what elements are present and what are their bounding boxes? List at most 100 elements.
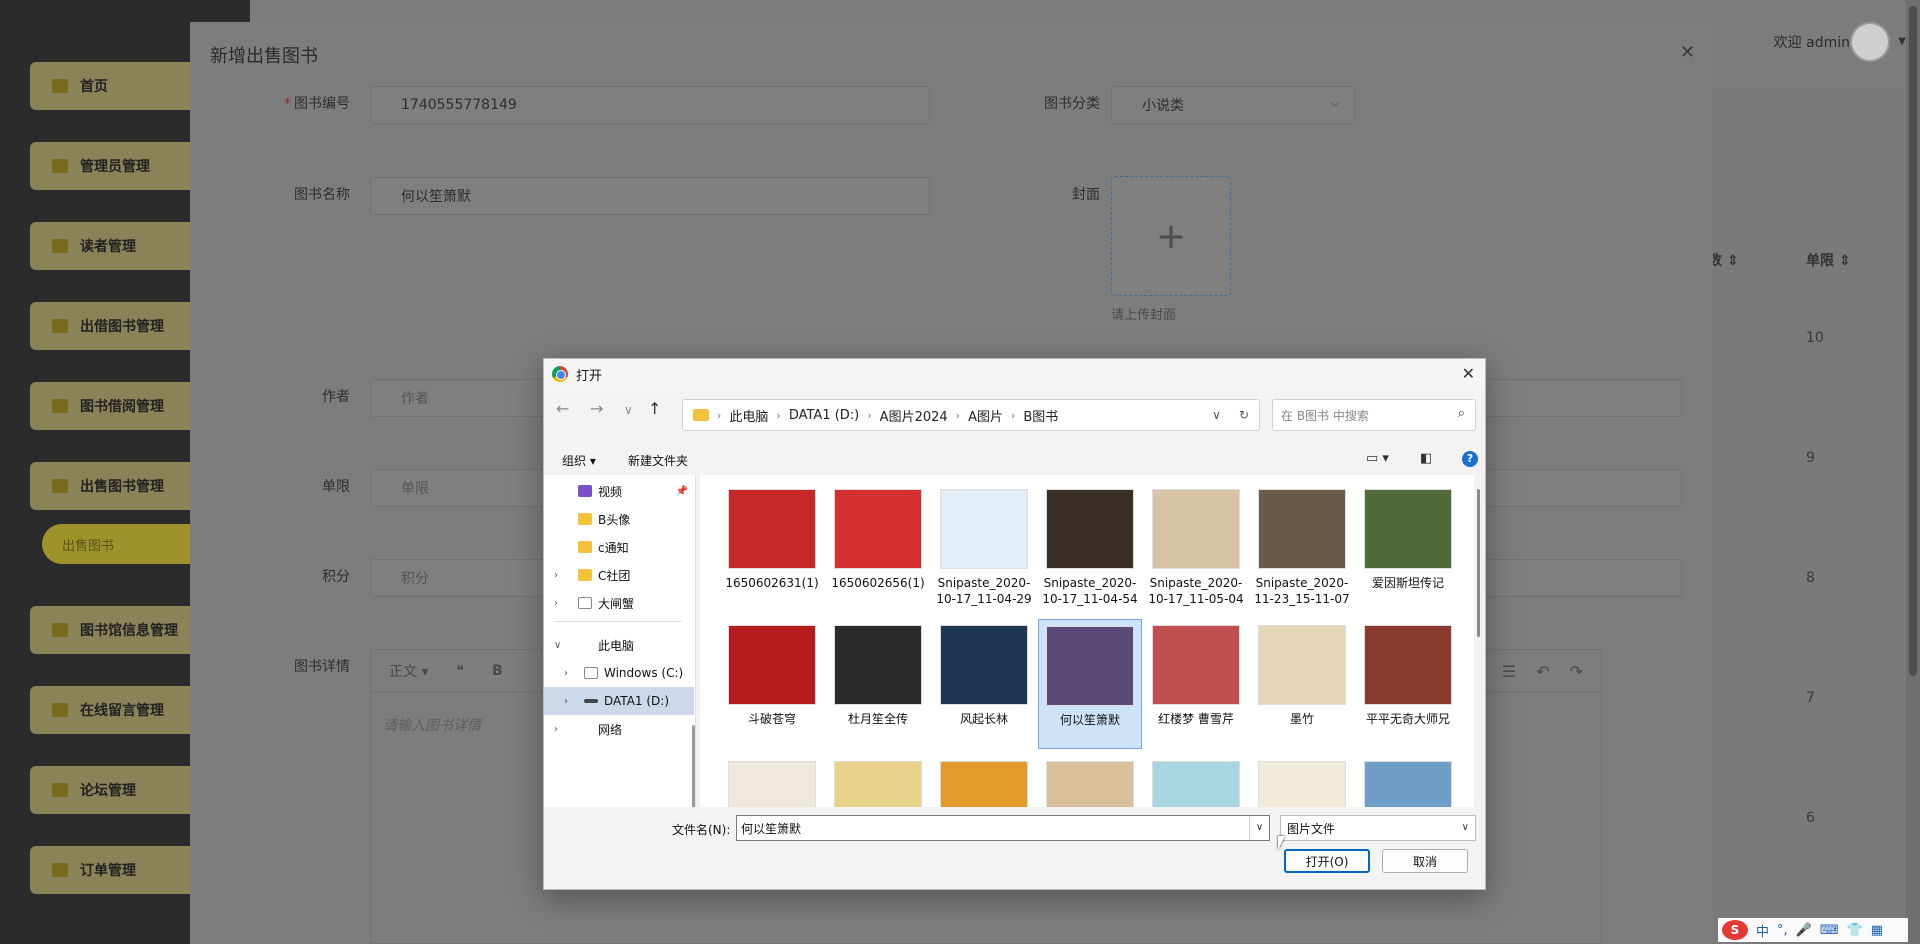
filename-input[interactable]: 何以笙箫默 ∨: [736, 815, 1270, 841]
command-bar: 组织 ▾ 新建文件夹 ▭ ▾ ◧ ?: [544, 445, 1485, 475]
tree-item-network[interactable]: › 网络: [544, 715, 694, 743]
search-icon: ⌕: [1457, 406, 1465, 421]
paragraph-format-dropdown[interactable]: 正文 ▾: [389, 661, 428, 681]
file-thumbnail: [1364, 761, 1452, 807]
file-thumbnail: [940, 489, 1028, 569]
limit-label: 单限: [322, 479, 350, 495]
cancel-button[interactable]: 取消: [1382, 849, 1468, 873]
preview-pane-icon[interactable]: ◧: [1420, 451, 1432, 466]
category-select[interactable]: 小说类 ﹀: [1111, 86, 1355, 124]
file-item[interactable]: Snipaste_2020-10-17_11-04-54: [1038, 483, 1142, 613]
microphone-icon[interactable]: 🎤: [1796, 923, 1812, 938]
tree-item-videos[interactable]: 视频 📌: [544, 477, 694, 505]
open-button[interactable]: 打开(O): [1284, 849, 1370, 873]
recent-chevron-icon[interactable]: ∨: [624, 403, 633, 417]
file-item[interactable]: [932, 755, 1036, 807]
breadcrumb-item[interactable]: A图片: [968, 406, 1003, 425]
close-icon[interactable]: ✕: [1680, 42, 1695, 63]
up-arrow-icon[interactable]: ↑: [648, 399, 661, 418]
folder-tree: 视频 📌 B头像 c通知 › C社团 › 大闸蟹 ∨ 此电脑 › Windows (C:)…: [544, 475, 696, 807]
file-item[interactable]: 红楼梦 曹雪芹: [1144, 619, 1248, 749]
sidebar-subitem-sell-books[interactable]: 出售图书: [42, 524, 212, 564]
keyboard-icon[interactable]: ⌨: [1820, 923, 1839, 938]
breadcrumb-item[interactable]: A图片2024: [880, 406, 948, 425]
file-item[interactable]: [720, 755, 824, 807]
forward-arrow-icon[interactable]: →: [590, 399, 603, 418]
plus-icon: +: [1155, 215, 1187, 257]
chevron-down-icon[interactable]: ▼: [1898, 36, 1906, 47]
help-icon[interactable]: ?: [1462, 451, 1478, 467]
search-input[interactable]: 在 B图书 中搜索 ⌕: [1272, 399, 1476, 431]
address-bar[interactable]: › 此电脑 › DATA1 (D:) › A图片2024 › A图片 › B图书 ∨ ↻: [682, 399, 1260, 431]
tree-item-file[interactable]: › 大闸蟹: [544, 589, 694, 617]
cover-upload[interactable]: +: [1111, 176, 1231, 296]
chevron-down-icon[interactable]: ∨: [1212, 408, 1221, 422]
table-cell: 10: [1806, 330, 1824, 346]
chevron-down-icon: ﹀: [1330, 103, 1340, 114]
tree-scrollbar[interactable]: [692, 725, 695, 807]
chevron-down-icon[interactable]: ∨: [1249, 816, 1269, 840]
tree-item-this-pc[interactable]: ∨ 此电脑: [544, 631, 694, 659]
file-item[interactable]: Snipaste_2020-10-17_11-04-29: [932, 483, 1036, 613]
back-arrow-icon[interactable]: ←: [556, 399, 569, 418]
file-item[interactable]: 斗破苍穹: [720, 619, 824, 749]
menu-icon: [52, 623, 68, 637]
pin-icon: 📌: [675, 485, 688, 497]
file-open-dialog: 打开 ✕ ← → ∨ ↑ › 此电脑 › DATA1 (D:) › A图片2024 ›…: [543, 358, 1486, 890]
file-item[interactable]: 何以笙箫默: [1038, 619, 1142, 749]
file-grid-scrollbar[interactable]: [1477, 489, 1480, 637]
file-item[interactable]: 风起长林: [932, 619, 1036, 749]
file-item[interactable]: [1356, 755, 1460, 807]
filename-label: 文件名(N):: [672, 823, 731, 837]
file-item[interactable]: [1038, 755, 1142, 807]
tree-item-drive-d[interactable]: › DATA1 (D:): [544, 687, 694, 715]
book-no-input[interactable]: 1740555778149: [370, 86, 930, 124]
page-scrollbar[interactable]: [1906, 0, 1920, 944]
breadcrumb-item[interactable]: B图书: [1023, 406, 1058, 425]
list-icon[interactable]: ☰: [1502, 662, 1516, 681]
file-item[interactable]: 爱因斯坦传记: [1356, 483, 1460, 613]
view-mode-icon[interactable]: ▭ ▾: [1366, 451, 1389, 466]
file-item[interactable]: 平平无奇大师兄: [1356, 619, 1460, 749]
refresh-icon[interactable]: ↻: [1239, 408, 1249, 422]
undo-icon[interactable]: ↶: [1536, 662, 1549, 681]
redo-icon[interactable]: ↷: [1570, 662, 1583, 681]
file-item[interactable]: [826, 755, 930, 807]
file-name: 风起长林: [959, 712, 1008, 726]
organize-button[interactable]: 组织 ▾: [562, 452, 596, 469]
bold-icon[interactable]: B: [492, 663, 503, 679]
menu-icon: [52, 399, 68, 413]
file-item[interactable]: 1650602631(1): [720, 483, 824, 613]
sogou-icon[interactable]: S: [1722, 920, 1748, 940]
file-item[interactable]: 墨竹: [1250, 619, 1354, 749]
tree-item-folder[interactable]: B头像: [544, 505, 694, 533]
file-name: 平平无奇大师兄: [1365, 712, 1450, 726]
book-name-input[interactable]: 何以笙箫默: [370, 177, 930, 215]
file-item[interactable]: 1650602656(1): [826, 483, 930, 613]
file-item[interactable]: 杜月笙全传: [826, 619, 930, 749]
file-item[interactable]: Snipaste_2020-10-17_11-05-04: [1144, 483, 1248, 613]
file-thumbnail: [728, 761, 816, 807]
mouse-cursor: [1278, 836, 1285, 850]
tree-item-drive-c[interactable]: › Windows (C:): [544, 659, 694, 687]
file-thumbnail: [1152, 761, 1240, 807]
close-icon[interactable]: ✕: [1462, 364, 1475, 383]
chrome-icon: [552, 366, 568, 382]
sidebar-item-label: 出售图书管理: [80, 479, 164, 495]
quote-icon[interactable]: ❝: [456, 663, 464, 679]
filetype-select[interactable]: 图片文件 ∨: [1280, 815, 1476, 841]
file-item[interactable]: Snipaste_2020-11-23_15-11-07: [1250, 483, 1354, 613]
ime-punct-icon[interactable]: °,: [1777, 923, 1788, 938]
toolbox-icon[interactable]: ▦: [1871, 923, 1883, 938]
ime-chinese-icon[interactable]: 中: [1756, 921, 1769, 940]
file-item[interactable]: [1144, 755, 1248, 807]
new-folder-button[interactable]: 新建文件夹: [628, 452, 688, 469]
tree-item-folder[interactable]: › C社团: [544, 561, 694, 589]
tree-item-folder[interactable]: c通知: [544, 533, 694, 561]
skin-icon[interactable]: 👕: [1847, 923, 1863, 938]
file-item[interactable]: [1250, 755, 1354, 807]
breadcrumb-item[interactable]: DATA1 (D:): [789, 408, 859, 423]
avatar[interactable]: [1850, 22, 1890, 62]
column-header-limit[interactable]: 单限 ⇕: [1806, 250, 1851, 270]
breadcrumb-item[interactable]: 此电脑: [729, 406, 768, 425]
